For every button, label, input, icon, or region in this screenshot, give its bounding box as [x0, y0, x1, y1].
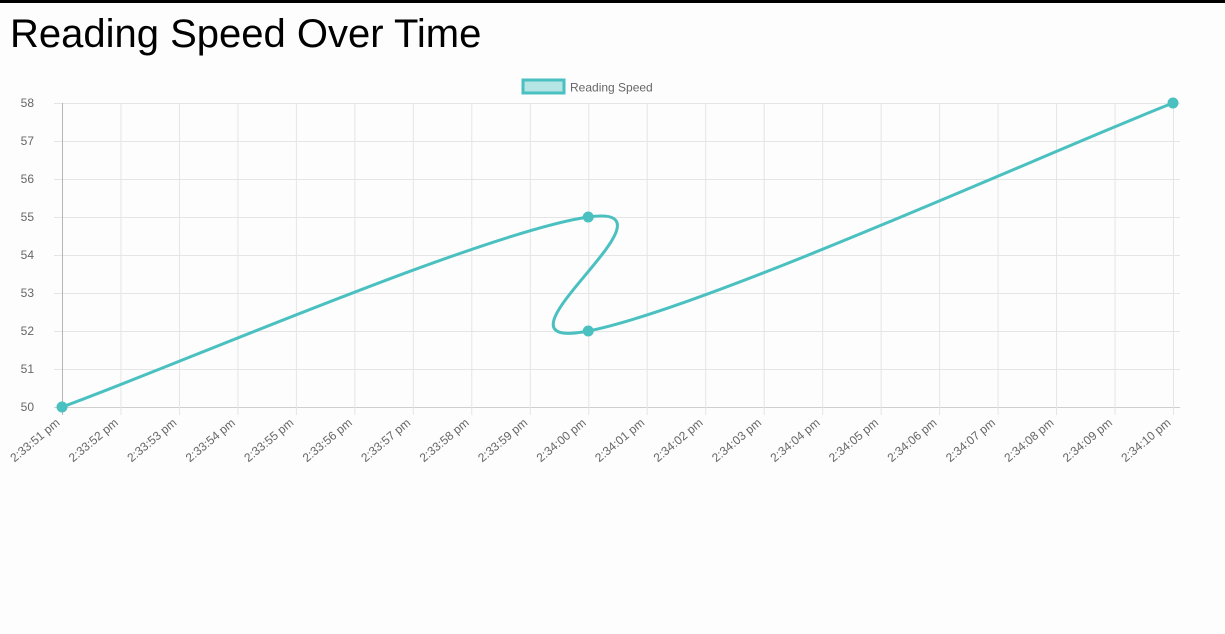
x-tick-label: 2:34:01 pm	[592, 416, 647, 465]
y-tick-label: 50	[21, 400, 35, 414]
legend-swatch[interactable]	[521, 78, 566, 95]
data-point	[1167, 97, 1179, 109]
y-tick-label: 53	[21, 286, 35, 300]
y-tick-label: 55	[21, 210, 35, 224]
legend-label[interactable]: Reading Speed	[570, 81, 653, 95]
x-tick-label: 2:34:00 pm	[534, 416, 589, 465]
data-point	[56, 401, 68, 413]
y-tick-label: 56	[21, 172, 35, 186]
x-tick-label: 2:33:53 pm	[124, 416, 179, 465]
x-tick-label: 2:33:59 pm	[475, 416, 530, 465]
x-tick-label: 2:34:06 pm	[885, 416, 940, 465]
line-chart: 505152535455565758 2:33:51 pm 2:33:52 pm 2…	[7, 78, 1180, 465]
x-tick-label: 2:34:03 pm	[709, 416, 764, 465]
grid-lines	[54, 103, 1180, 415]
x-tick-label: 2:33:54 pm	[183, 416, 238, 465]
x-tick-label: 2:34:04 pm	[768, 416, 823, 465]
data-point	[582, 211, 594, 223]
y-tick-label: 57	[21, 134, 35, 148]
x-tick-label: 2:34:10 pm	[1118, 416, 1173, 465]
data-point	[582, 325, 594, 337]
legend[interactable]: Reading Speed	[521, 78, 653, 95]
x-tick-label: 2:34:08 pm	[1001, 416, 1056, 465]
x-axis: 2:33:51 pm 2:33:52 pm 2:33:53 pm 2:33:54 pm…	[7, 416, 1173, 465]
x-tick-label: 2:34:05 pm	[826, 416, 881, 465]
y-axis: 50 51 52 53 54 55 56 57 58	[21, 96, 35, 414]
x-tick-label: 2:33:51 pm	[7, 416, 62, 465]
y-tick-label: 52	[21, 324, 35, 338]
x-tick-label: 2:33:58 pm	[417, 416, 472, 465]
x-tick-label: 2:33:55 pm	[241, 416, 296, 465]
x-tick-label: 2:34:07 pm	[943, 416, 998, 465]
x-tick-label: 2:33:56 pm	[300, 416, 355, 465]
x-tick-label: 2:33:52 pm	[66, 416, 121, 465]
x-tick-label: 2:34:09 pm	[1060, 416, 1115, 465]
y-tick-label: 54	[21, 248, 35, 262]
y-tick-label: 51	[21, 362, 35, 376]
x-tick-label: 2:34:02 pm	[651, 416, 706, 465]
y-tick-label: 58	[21, 96, 35, 110]
x-tick-label: 2:33:57 pm	[358, 416, 413, 465]
